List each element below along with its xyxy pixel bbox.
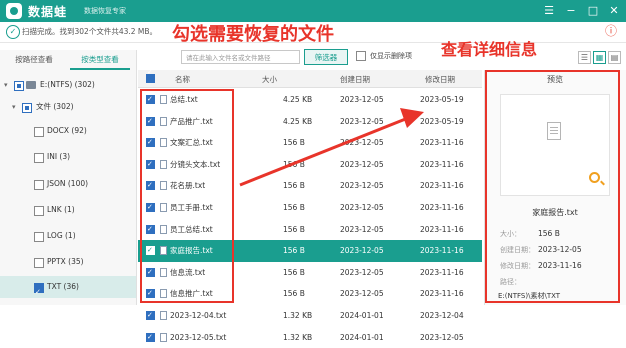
txt-file-icon xyxy=(160,311,167,320)
table-row[interactable]: 2023-12-05.txt 1.32 KB 2024-01-01 2023-12-0… xyxy=(138,327,482,348)
row-checkbox[interactable] xyxy=(146,327,155,348)
modified-date-cell: 2023-12-05 xyxy=(420,332,464,342)
modified-date-cell: 2023-12-04 xyxy=(420,311,464,320)
file-size-cell: 1.32 KB xyxy=(283,311,313,320)
table-row[interactable]: 2023-12-04.txt 1.32 KB 2024-01-01 2023-12-0… xyxy=(138,305,482,327)
created-date-cell: 2024-01-01 xyxy=(340,311,384,320)
txt-file-icon xyxy=(160,332,167,342)
created-date-cell: 2024-01-01 xyxy=(340,332,384,342)
file-name-cell: 2023-12-04.txt xyxy=(170,311,227,320)
file-name-cell: 2023-12-05.txt xyxy=(170,332,227,342)
file-size-cell: 1.32 KB xyxy=(283,332,313,342)
annotation-arrow xyxy=(239,108,424,187)
row-checkbox[interactable] xyxy=(146,305,155,327)
